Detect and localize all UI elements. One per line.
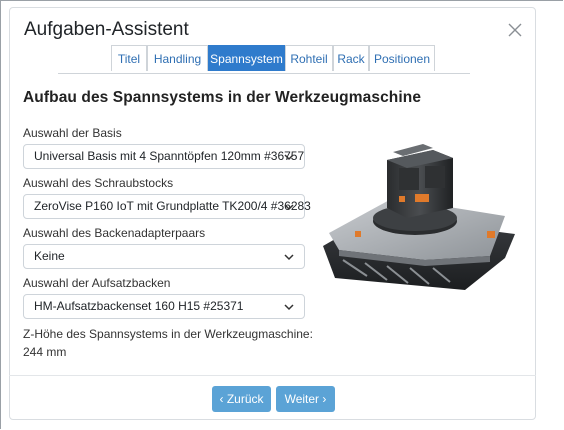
chevron-down-icon bbox=[284, 154, 294, 161]
tab-positionen[interactable]: Positionen bbox=[369, 45, 435, 71]
tab-handling[interactable]: Handling bbox=[147, 45, 208, 71]
dialog-title: Aufgaben-Assistent bbox=[24, 19, 189, 40]
chevron-left-icon: ‹ bbox=[219, 392, 227, 406]
tab-spannsystem[interactable]: Spannsystem bbox=[208, 45, 285, 71]
back-button-label: Zurück bbox=[226, 392, 264, 406]
chevron-right-icon: › bbox=[319, 392, 327, 406]
backenadapter-select[interactable]: Keine bbox=[23, 244, 305, 269]
backenadapter-select-value: Keine bbox=[34, 249, 65, 263]
basis-label: Auswahl der Basis bbox=[23, 126, 122, 140]
back-button[interactable]: ‹ Zurück bbox=[212, 386, 271, 412]
z-height-info: Z-Höhe des Spannsystems in der Werkzeugm… bbox=[23, 325, 313, 361]
aufsatzbacken-label: Auswahl der Aufsatzbacken bbox=[23, 276, 171, 290]
aufsatzbacken-select-value: HM-Aufsatzbackenset 160 H15 #25371 bbox=[34, 299, 244, 313]
basis-select-value: Universal Basis mit 4 Spanntöpfen 120mm … bbox=[34, 149, 305, 163]
tab-rack[interactable]: Rack bbox=[333, 45, 369, 71]
chevron-down-icon bbox=[284, 254, 294, 261]
footer-divider bbox=[9, 375, 536, 376]
close-icon bbox=[508, 23, 522, 37]
schraubstock-select[interactable]: ZeroVise P160 IoT mit Grundplatte TK200/… bbox=[23, 194, 311, 219]
tab-rohteil[interactable]: Rohteil bbox=[285, 45, 333, 71]
close-button[interactable] bbox=[506, 21, 524, 39]
tab-titel[interactable]: Titel bbox=[111, 45, 147, 71]
aufsatzbacken-select[interactable]: HM-Aufsatzbackenset 160 H15 #25371 bbox=[23, 294, 305, 319]
z-height-label: Z-Höhe des Spannsystems in der Werkzeugm… bbox=[23, 327, 313, 341]
wizard-tabs: Titel Handling Spannsystem Rohteil Rack … bbox=[58, 45, 470, 74]
section-title: Aufbau des Spannsystems in der Werkzeugm… bbox=[23, 89, 422, 106]
clamping-system-image bbox=[323, 144, 515, 290]
next-button-label: Weiter bbox=[284, 392, 320, 406]
basis-select[interactable]: Universal Basis mit 4 Spanntöpfen 120mm … bbox=[23, 144, 305, 169]
backenadapter-label: Auswahl des Backenadapterpaars bbox=[23, 226, 206, 240]
next-button[interactable]: Weiter › bbox=[276, 386, 335, 412]
schraubstock-label: Auswahl des Schraubstocks bbox=[23, 176, 174, 190]
chevron-down-icon bbox=[284, 304, 294, 311]
schraubstock-select-value: ZeroVise P160 IoT mit Grundplatte TK200/… bbox=[34, 199, 311, 213]
chevron-down-icon bbox=[284, 204, 294, 211]
z-height-value: 244 mm bbox=[23, 345, 67, 359]
